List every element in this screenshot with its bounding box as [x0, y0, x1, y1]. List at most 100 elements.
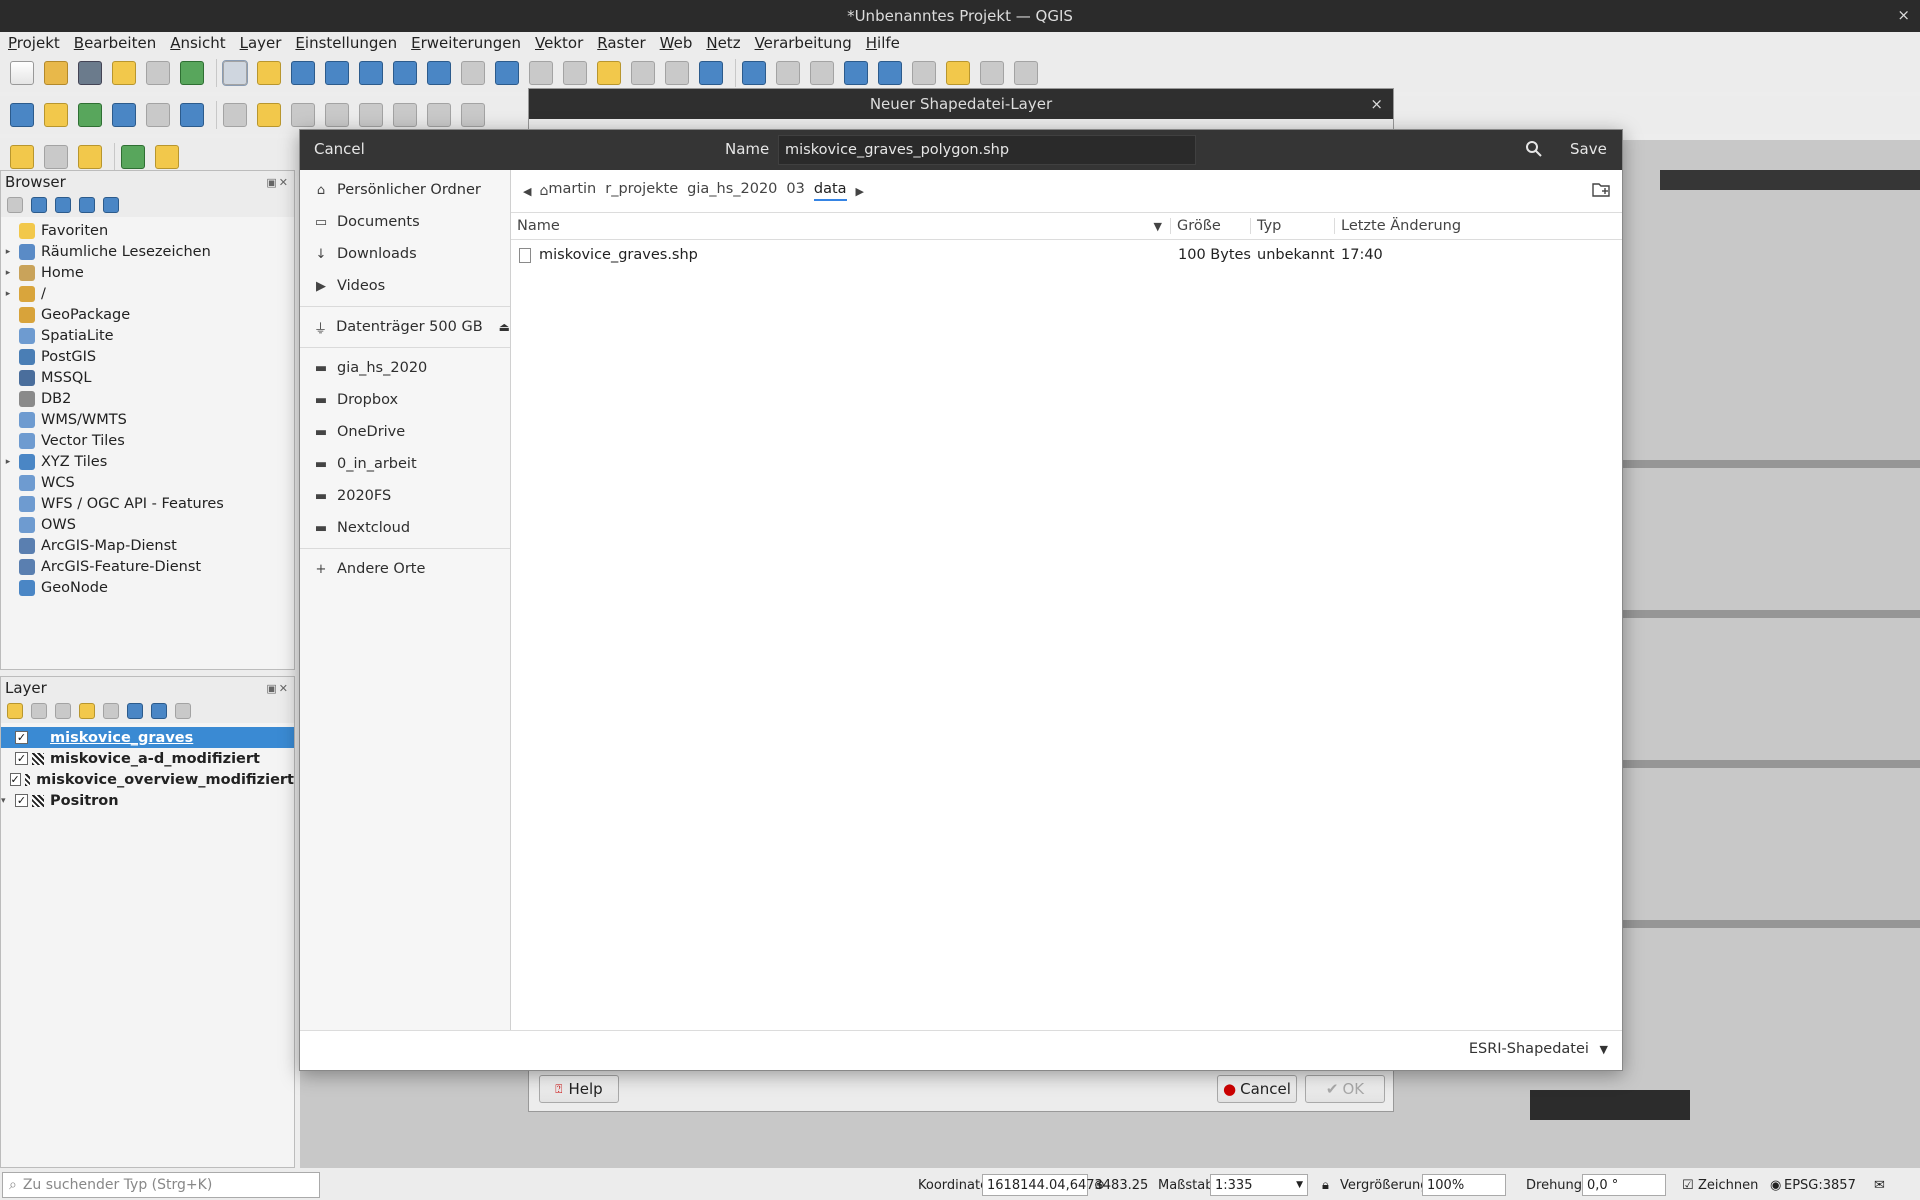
expand-all-icon[interactable] — [127, 703, 143, 719]
column-header-name[interactable]: Name ▼ — [511, 218, 1171, 234]
zoom-selection-icon[interactable] — [393, 61, 417, 85]
column-header-type[interactable]: Typ — [1251, 218, 1335, 234]
identify-icon[interactable] — [742, 61, 766, 85]
browser-item[interactable]: DB2 — [1, 388, 294, 409]
layer-visibility-checkbox[interactable]: ✓ — [9, 773, 21, 786]
expand-arrow-icon[interactable]: ▸ — [1, 247, 15, 257]
browser-item[interactable]: PostGIS — [1, 346, 294, 367]
magnifier-spinbox[interactable]: 100% — [1422, 1174, 1506, 1196]
place-item[interactable]: ▬ Dropbox — [300, 384, 510, 416]
open-project-icon[interactable] — [44, 61, 68, 85]
close-icon[interactable]: × — [1370, 95, 1383, 113]
expand-arrow-icon[interactable]: ▸ — [1, 457, 15, 467]
attribute-table-icon[interactable] — [776, 61, 800, 85]
locator-search[interactable]: ⌕ Zu suchender Typ (Strg+K) — [2, 1172, 320, 1198]
menu-item-erweiterungen[interactable]: Erweiterungen — [411, 34, 521, 52]
select-features-icon[interactable] — [10, 145, 34, 169]
layer-visibility-checkbox[interactable]: ✓ — [15, 731, 28, 744]
show-bookmarks-icon[interactable] — [631, 61, 655, 85]
browser-item[interactable]: Vector Tiles — [1, 430, 294, 451]
processing-toolbox-icon[interactable] — [844, 61, 868, 85]
filter-expression-icon[interactable] — [103, 703, 119, 719]
add-selected-layers-icon[interactable] — [7, 197, 23, 213]
toggle-editing-icon[interactable] — [257, 103, 281, 127]
refresh-icon[interactable] — [699, 61, 723, 85]
extents-toggle-icon[interactable]: ⊕ — [1094, 1178, 1105, 1193]
current-edits-icon[interactable] — [223, 103, 247, 127]
place-item[interactable]: ⏚ Datenträger 500 GB ⏏ — [300, 311, 510, 343]
cut-features-icon[interactable] — [461, 103, 485, 127]
place-item[interactable]: ▬ 0_in_arbeit — [300, 448, 510, 480]
coordinate-field[interactable]: 1618144.04,6473483.25 — [982, 1174, 1148, 1196]
file-type-filter[interactable]: ESRI-Shapedatei ▼ — [1469, 1041, 1608, 1057]
new-shapefile-layer-icon[interactable] — [78, 103, 102, 127]
menu-item-web[interactable]: Web — [660, 34, 693, 52]
save-project-icon[interactable] — [78, 61, 102, 85]
browser-item[interactable]: ArcGIS-Map-Dienst — [1, 535, 294, 556]
browser-item[interactable]: SpatiaLite — [1, 325, 294, 346]
menu-item-einstellungen[interactable]: Einstellungen — [295, 34, 397, 52]
new-temporary-layer-icon[interactable] — [146, 103, 170, 127]
place-item[interactable]: ▬ 2020FS — [300, 480, 510, 512]
filename-input[interactable] — [778, 135, 1196, 165]
zoom-layer-icon[interactable] — [427, 61, 451, 85]
save-edits-icon[interactable] — [291, 103, 315, 127]
rotation-spinbox[interactable]: 0,0 ° — [1582, 1174, 1666, 1196]
modify-attributes-icon[interactable] — [393, 103, 417, 127]
breadcrumb-item[interactable]: 03 — [786, 181, 804, 201]
select-by-value-icon[interactable] — [44, 145, 68, 169]
new-folder-icon[interactable] — [1592, 181, 1610, 197]
zoom-out-icon[interactable] — [325, 61, 349, 85]
browser-item[interactable]: GeoPackage — [1, 304, 294, 325]
browser-item[interactable]: WMS/WMTS — [1, 409, 294, 430]
annotation-icon[interactable] — [980, 61, 1004, 85]
add-feature-icon[interactable] — [325, 103, 349, 127]
cancel-button[interactable]: ● Cancel — [1217, 1075, 1297, 1103]
browser-item[interactable]: GeoNode — [1, 577, 294, 598]
properties-icon[interactable] — [103, 197, 119, 213]
menu-item-ansicht[interactable]: Ansicht — [170, 34, 225, 52]
menu-item-hilfe[interactable]: Hilfe — [866, 34, 900, 52]
data-source-manager-icon[interactable] — [10, 103, 34, 127]
vertex-tool-icon[interactable] — [359, 103, 383, 127]
breadcrumb-item[interactable]: gia_hs_2020 — [687, 181, 777, 201]
browser-item[interactable]: ▸ Home — [1, 262, 294, 283]
pan-hand-icon[interactable] — [222, 60, 248, 86]
zoom-in-icon[interactable] — [291, 61, 315, 85]
window-close-icon[interactable]: × — [1897, 6, 1910, 24]
scale-combo[interactable]: 1:335 ▼ — [1210, 1174, 1308, 1196]
lock-scale-icon[interactable]: 🔒︎ — [1322, 1178, 1329, 1193]
zoom-last-icon[interactable] — [495, 61, 519, 85]
browser-item[interactable]: ▸ Räumliche Lesezeichen — [1, 241, 294, 262]
place-item[interactable]: ▭ Documents — [300, 206, 510, 238]
cancel-button[interactable]: Cancel — [314, 140, 365, 158]
breadcrumb-item[interactable]: data — [813, 181, 847, 201]
save-as-icon[interactable] — [112, 61, 136, 85]
path-back-icon[interactable]: ◀ — [523, 185, 531, 198]
filter-legend-icon[interactable] — [79, 703, 95, 719]
expand-arrow-icon[interactable]: ▾ — [1, 796, 11, 806]
zoom-next-icon[interactable] — [529, 61, 553, 85]
menu-item-projekt[interactable]: Projekt — [8, 34, 60, 52]
help-button[interactable]: ⍰ Help — [539, 1075, 619, 1103]
eject-icon[interactable]: ⏏ — [499, 320, 510, 334]
new-spatialite-layer-icon[interactable] — [112, 103, 136, 127]
layer-item[interactable]: ▾ ✓ Positron — [1, 790, 294, 811]
layer-item[interactable]: ✓ miskovice_graves — [1, 727, 294, 748]
layer-visibility-checkbox[interactable]: ✓ — [15, 752, 28, 765]
bookmark-icon[interactable] — [597, 61, 621, 85]
zoom-native-icon[interactable] — [461, 61, 485, 85]
file-row[interactable]: miskovice_graves.shp 100 Bytes unbekannt 17… — [511, 240, 1622, 270]
breadcrumb-item[interactable]: r_projekte — [605, 181, 678, 201]
browser-item[interactable]: ArcGIS-Feature-Dienst — [1, 556, 294, 577]
panel-float-close-icon[interactable]: ▣✕ — [266, 682, 290, 695]
add-group-icon[interactable] — [31, 703, 47, 719]
expand-arrow-icon[interactable]: ▸ — [1, 289, 15, 299]
menu-item-vektor[interactable]: Vektor — [535, 34, 583, 52]
plugin-icon[interactable] — [155, 145, 179, 169]
manage-map-themes-icon[interactable] — [55, 703, 71, 719]
new-project-icon[interactable] — [10, 61, 34, 85]
place-item[interactable]: ⌂ Persönlicher Ordner — [300, 174, 510, 206]
menu-item-verarbeitung[interactable]: Verarbeitung — [755, 34, 852, 52]
pan-to-selection-icon[interactable] — [257, 61, 281, 85]
